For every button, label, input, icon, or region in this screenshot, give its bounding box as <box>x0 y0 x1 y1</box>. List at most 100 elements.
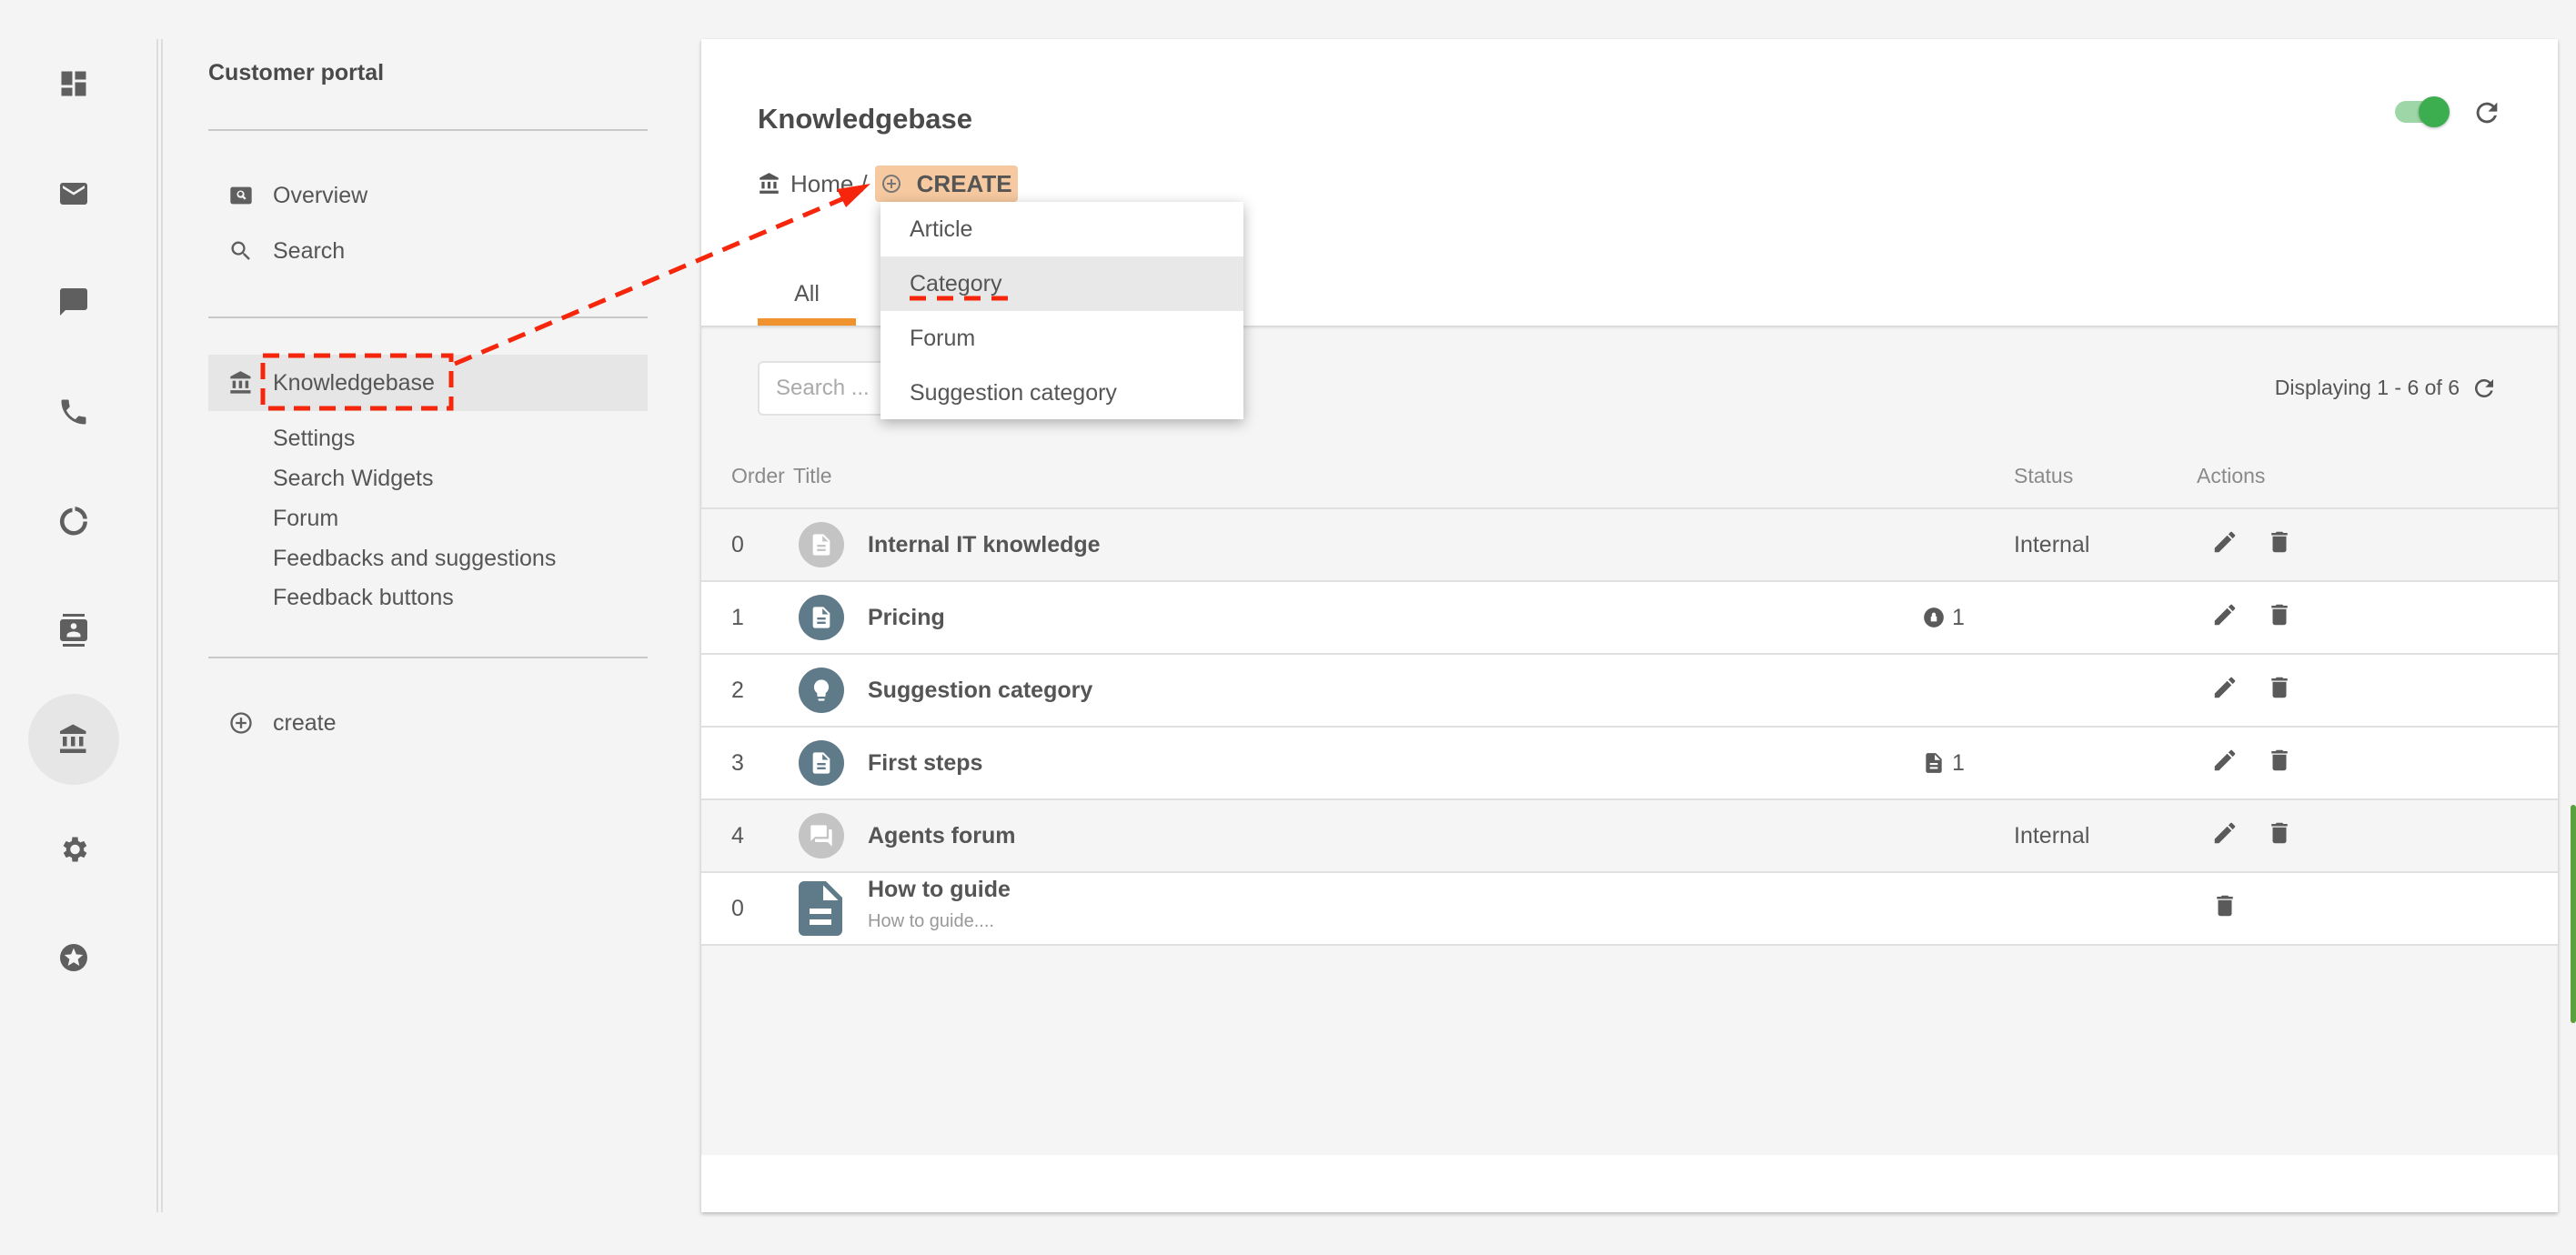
breadcrumb-separator: / <box>860 169 868 197</box>
sidebar-item-create[interactable]: create <box>208 702 648 744</box>
create-dropdown-menu: Article Category Forum Suggestion catego… <box>880 202 1243 419</box>
gear-icon[interactable] <box>55 830 93 868</box>
delete-button[interactable] <box>2266 674 2293 708</box>
divider <box>156 39 158 1212</box>
sidebar-subitem-search-widgets[interactable]: Search Widgets <box>273 466 433 492</box>
table-row[interactable]: 0 How to guide How to guide.... <box>701 871 2558 944</box>
row-order: 4 <box>731 822 744 848</box>
pagination-status: Displaying 1 - 6 of 6 <box>2274 376 2460 399</box>
loading-circle-icon[interactable] <box>55 501 93 539</box>
row-subtitle: How to guide.... <box>868 911 994 931</box>
delete-button[interactable] <box>2266 819 2293 853</box>
edit-button[interactable] <box>2211 819 2239 853</box>
table-row[interactable]: 0 Internal IT knowledge Internal <box>701 507 2558 580</box>
sidebar-item-label: Search <box>273 237 346 264</box>
content-area: Search ... Displaying 1 - 6 of 6 Order T… <box>701 326 2558 1155</box>
row-order: 3 <box>731 749 744 776</box>
edit-button[interactable] <box>2211 674 2239 708</box>
sidebar-item-knowledgebase[interactable]: Knowledgebase <box>208 355 648 411</box>
menu-item-category[interactable]: Category <box>880 256 1243 311</box>
search-icon <box>208 238 273 264</box>
row-order: 0 <box>731 895 744 921</box>
divider <box>208 657 648 658</box>
article-icon <box>799 881 842 936</box>
chat-icon[interactable] <box>55 283 93 321</box>
lightbulb-icon <box>799 668 844 713</box>
delete-button[interactable] <box>2266 601 2293 635</box>
star-circle-icon[interactable] <box>55 939 93 977</box>
page-title: Knowledgebase <box>758 103 972 135</box>
mail-icon[interactable] <box>55 175 93 213</box>
sidebar-item-label: create <box>273 709 337 736</box>
tab-all[interactable]: All <box>758 266 856 326</box>
lock-icon <box>1924 607 1944 628</box>
divider <box>161 39 163 1212</box>
create-button[interactable]: CREATE <box>874 166 1018 202</box>
document-icon <box>1926 753 1942 773</box>
contacts-icon[interactable] <box>55 611 93 649</box>
document-icon <box>799 595 844 640</box>
row-title[interactable]: First steps <box>868 750 982 777</box>
scroll-indicator[interactable] <box>2571 805 2576 1023</box>
table-row[interactable]: 4 Agents forum Internal <box>701 798 2558 871</box>
divider <box>208 129 648 131</box>
table-row[interactable]: 3 First steps 1 <box>701 726 2558 798</box>
breadcrumb: Home / CREATE <box>758 166 1018 202</box>
column-header-order[interactable]: Order <box>731 464 785 488</box>
row-count: 1 <box>1952 604 1965 630</box>
table-row[interactable]: 2 Suggestion category <box>701 653 2558 726</box>
table-bottom-border <box>701 944 2558 946</box>
menu-item-forum[interactable]: Forum <box>880 311 1243 366</box>
edit-button[interactable] <box>2211 601 2239 635</box>
sidebar-subitem-settings[interactable]: Settings <box>273 426 355 452</box>
sidebar-subitem-forum[interactable]: Forum <box>273 506 338 532</box>
sidebar-item-search[interactable]: Search <box>208 230 648 272</box>
column-header-status[interactable]: Status <box>2014 464 2073 488</box>
delete-button[interactable] <box>2266 747 2293 780</box>
column-header-actions: Actions <box>2197 464 2266 487</box>
status-badge: Internal <box>2014 531 2090 557</box>
column-header-title[interactable]: Title <box>793 464 832 488</box>
toggle-switch[interactable] <box>2395 96 2450 127</box>
row-title[interactable]: Agents forum <box>868 823 1016 849</box>
bank-icon <box>208 370 273 396</box>
sidebar-title: Customer portal <box>208 60 385 85</box>
row-order: 2 <box>731 677 744 703</box>
sidebar-item-label: Overview <box>273 182 368 208</box>
bank-icon <box>760 173 779 194</box>
bank-icon[interactable] <box>55 720 93 758</box>
delete-button[interactable] <box>2211 892 2239 926</box>
add-circle-icon <box>881 175 901 193</box>
create-label: CREATE <box>916 169 1012 197</box>
edit-button[interactable] <box>2211 528 2239 562</box>
phone-icon[interactable] <box>55 393 93 431</box>
delete-button[interactable] <box>2266 528 2293 562</box>
divider <box>208 316 648 318</box>
toggle-knob <box>2419 96 2450 127</box>
status-badge: Internal <box>2014 822 2090 848</box>
sidebar-subitem-feedbacks[interactable]: Feedbacks and suggestions <box>273 546 556 572</box>
search-input[interactable]: Search ... <box>758 361 887 416</box>
row-count: 1 <box>1952 749 1965 776</box>
breadcrumb-home[interactable]: Home <box>790 170 853 198</box>
document-icon <box>799 740 844 786</box>
add-circle-icon <box>208 710 273 736</box>
table-row[interactable]: 1 Pricing 1 <box>701 580 2558 653</box>
menu-item-article[interactable]: Article <box>880 202 1243 256</box>
sidebar-item-overview[interactable]: Overview <box>208 175 648 216</box>
row-order: 1 <box>731 604 744 630</box>
row-title[interactable]: Internal IT knowledge <box>868 532 1101 558</box>
row-order: 0 <box>731 531 744 557</box>
overview-icon <box>208 183 273 208</box>
refresh-icon[interactable] <box>2470 375 2498 402</box>
row-title[interactable]: Suggestion category <box>868 678 1092 704</box>
row-title[interactable]: How to guide <box>868 877 1011 903</box>
row-title[interactable]: Pricing <box>868 605 945 631</box>
forum-icon <box>799 813 844 858</box>
document-icon <box>799 522 844 567</box>
refresh-icon[interactable] <box>2471 97 2502 128</box>
dashboard-icon[interactable] <box>55 65 93 103</box>
menu-item-suggestion-category[interactable]: Suggestion category <box>880 366 1243 420</box>
edit-button[interactable] <box>2211 747 2239 780</box>
sidebar-subitem-feedback-buttons[interactable]: Feedback buttons <box>273 585 454 611</box>
